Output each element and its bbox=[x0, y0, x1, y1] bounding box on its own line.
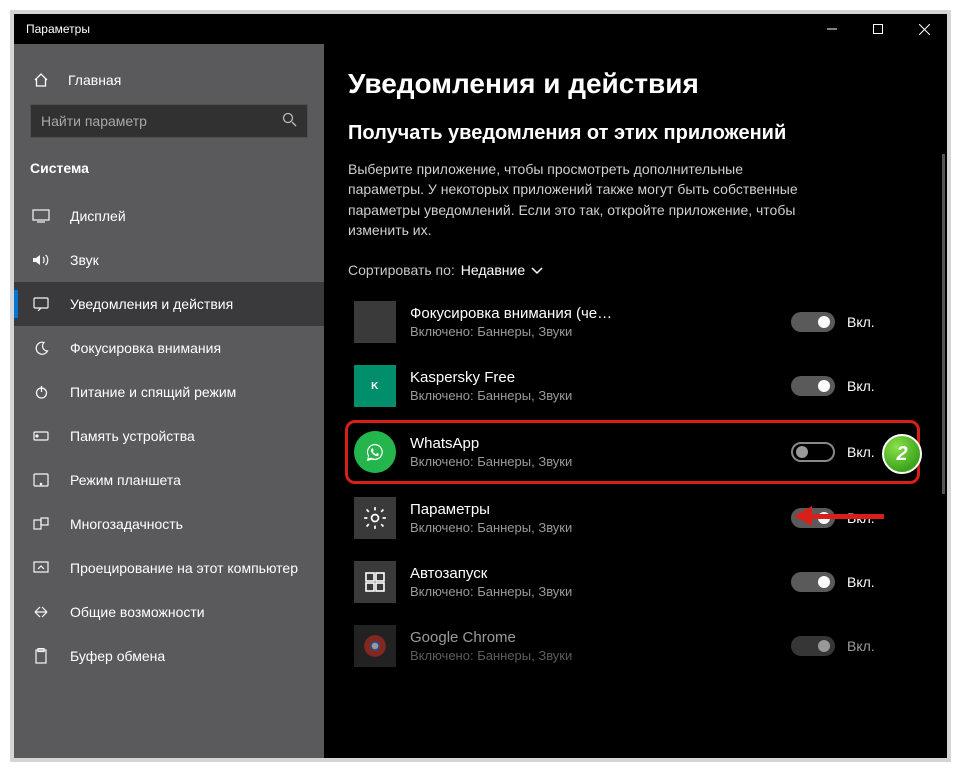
power-icon bbox=[30, 385, 52, 400]
window-controls bbox=[809, 14, 947, 44]
sidebar-item-label: Общие возможности bbox=[70, 604, 205, 620]
chrome-icon bbox=[354, 625, 396, 667]
display-icon bbox=[30, 209, 52, 223]
toggle[interactable] bbox=[791, 442, 835, 462]
sidebar-item-label: Проецирование на этот компьютер bbox=[70, 560, 298, 576]
app-row-kaspersky[interactable]: K Kaspersky Free Включено: Баннеры, Звук… bbox=[348, 354, 917, 418]
page-title: Уведомления и действия bbox=[348, 68, 917, 100]
search-input[interactable] bbox=[41, 113, 282, 129]
app-sub: Включено: Баннеры, Звуки bbox=[410, 388, 777, 403]
settings-window: Параметры Главная bbox=[10, 10, 951, 762]
toggle[interactable] bbox=[791, 508, 835, 528]
app-name: Google Chrome bbox=[410, 629, 620, 646]
app-row-focus-assist[interactable]: Фокусировка внимания (через… Включено: Б… bbox=[348, 290, 917, 354]
maximize-button[interactable] bbox=[855, 14, 901, 44]
app-row-autoplay[interactable]: Автозапуск Включено: Баннеры, Звуки Вкл. bbox=[348, 550, 917, 614]
sidebar-home[interactable]: Главная bbox=[14, 64, 324, 104]
app-sub: Включено: Баннеры, Звуки bbox=[410, 584, 777, 599]
sidebar-item-label: Режим планшета bbox=[70, 472, 181, 488]
sidebar-item-clipboard[interactable]: Буфер обмена bbox=[14, 634, 324, 678]
app-row-whatsapp[interactable]: WhatsApp Включено: Баннеры, Звуки Вкл. bbox=[345, 420, 920, 484]
app-name: Автозапуск bbox=[410, 565, 620, 582]
app-name: Kaspersky Free bbox=[410, 369, 620, 386]
window-title: Параметры bbox=[26, 22, 90, 36]
toggle[interactable] bbox=[791, 636, 835, 656]
app-sub: Включено: Баннеры, Звуки bbox=[410, 324, 777, 339]
titlebar: Параметры bbox=[14, 14, 947, 44]
home-icon bbox=[30, 72, 52, 88]
notifications-icon bbox=[30, 297, 52, 311]
gear-icon bbox=[354, 497, 396, 539]
sort-label: Сортировать по: bbox=[348, 262, 455, 278]
toggle[interactable] bbox=[791, 376, 835, 396]
clipboard-icon bbox=[30, 648, 52, 664]
sidebar-item-display[interactable]: Дисплей bbox=[14, 194, 324, 238]
whatsapp-icon bbox=[354, 431, 396, 473]
sidebar-item-label: Фокусировка внимания bbox=[70, 340, 221, 356]
sidebar: Главная Система Дисплей bbox=[14, 44, 324, 758]
app-icon: K bbox=[354, 365, 396, 407]
sidebar-item-label: Многозадачность bbox=[70, 516, 183, 532]
grid-icon bbox=[354, 561, 396, 603]
sidebar-item-power[interactable]: Питание и спящий режим bbox=[14, 370, 324, 414]
app-name: Фокусировка внимания (через… bbox=[410, 305, 620, 322]
toggle-label: Вкл. bbox=[847, 638, 875, 654]
toggle-label: Вкл. bbox=[847, 510, 875, 526]
multitask-icon bbox=[30, 517, 52, 531]
app-sub: Включено: Баннеры, Звуки bbox=[410, 454, 777, 469]
sidebar-item-focus-assist[interactable]: Фокусировка внимания bbox=[14, 326, 324, 370]
shared-icon bbox=[30, 605, 52, 619]
toggle-label: Вкл. bbox=[847, 314, 875, 330]
sidebar-item-label: Звук bbox=[70, 252, 99, 268]
sidebar-item-sound[interactable]: Звук bbox=[14, 238, 324, 282]
search-box[interactable] bbox=[30, 104, 308, 138]
toggle[interactable] bbox=[791, 572, 835, 592]
main-content: Уведомления и действия Получать уведомле… bbox=[324, 44, 947, 758]
app-sub: Включено: Баннеры, Звуки bbox=[410, 648, 777, 663]
sidebar-item-tablet[interactable]: Режим планшета bbox=[14, 458, 324, 502]
sidebar-item-storage[interactable]: Память устройства bbox=[14, 414, 324, 458]
sidebar-item-projecting[interactable]: Проецирование на этот компьютер bbox=[14, 546, 324, 590]
project-icon bbox=[30, 561, 52, 575]
app-row-settings[interactable]: Параметры Включено: Баннеры, Звуки Вкл. bbox=[348, 486, 917, 550]
toggle-label: Вкл. bbox=[847, 378, 875, 394]
toggle[interactable] bbox=[791, 312, 835, 332]
moon-icon bbox=[30, 341, 52, 356]
app-sub: Включено: Баннеры, Звуки bbox=[410, 520, 777, 535]
sort-value: Недавние bbox=[461, 262, 525, 278]
sidebar-item-label: Память устройства bbox=[70, 428, 195, 444]
minimize-button[interactable] bbox=[809, 14, 855, 44]
sidebar-category: Система bbox=[14, 156, 324, 194]
sidebar-home-label: Главная bbox=[68, 72, 121, 88]
sidebar-item-label: Питание и спящий режим bbox=[70, 384, 236, 400]
scrollbar[interactable] bbox=[942, 154, 945, 494]
app-icon bbox=[354, 301, 396, 343]
app-name: Параметры bbox=[410, 501, 620, 518]
chevron-down-icon bbox=[531, 262, 543, 278]
close-button[interactable] bbox=[901, 14, 947, 44]
section-title: Получать уведомления от этих приложений bbox=[348, 122, 917, 145]
sidebar-item-multitasking[interactable]: Многозадачность bbox=[14, 502, 324, 546]
search-icon bbox=[282, 112, 297, 130]
sidebar-item-notifications[interactable]: Уведомления и действия bbox=[14, 282, 324, 326]
app-name: WhatsApp bbox=[410, 435, 620, 452]
sidebar-item-label: Уведомления и действия bbox=[70, 296, 233, 312]
tablet-icon bbox=[30, 473, 52, 487]
sidebar-item-label: Дисплей bbox=[70, 208, 126, 224]
toggle-label: Вкл. bbox=[847, 574, 875, 590]
section-description: Выберите приложение, чтобы просмотреть д… bbox=[348, 159, 818, 240]
sidebar-item-shared[interactable]: Общие возможности bbox=[14, 590, 324, 634]
sort-by[interactable]: Сортировать по: Недавние bbox=[348, 262, 917, 278]
sidebar-item-label: Буфер обмена bbox=[70, 648, 165, 664]
app-row-chrome[interactable]: Google Chrome Включено: Баннеры, Звуки В… bbox=[348, 614, 917, 678]
app-list: Фокусировка внимания (через… Включено: Б… bbox=[348, 290, 917, 678]
storage-icon bbox=[30, 429, 52, 443]
toggle-label: Вкл. bbox=[847, 444, 875, 460]
sound-icon bbox=[30, 253, 52, 267]
